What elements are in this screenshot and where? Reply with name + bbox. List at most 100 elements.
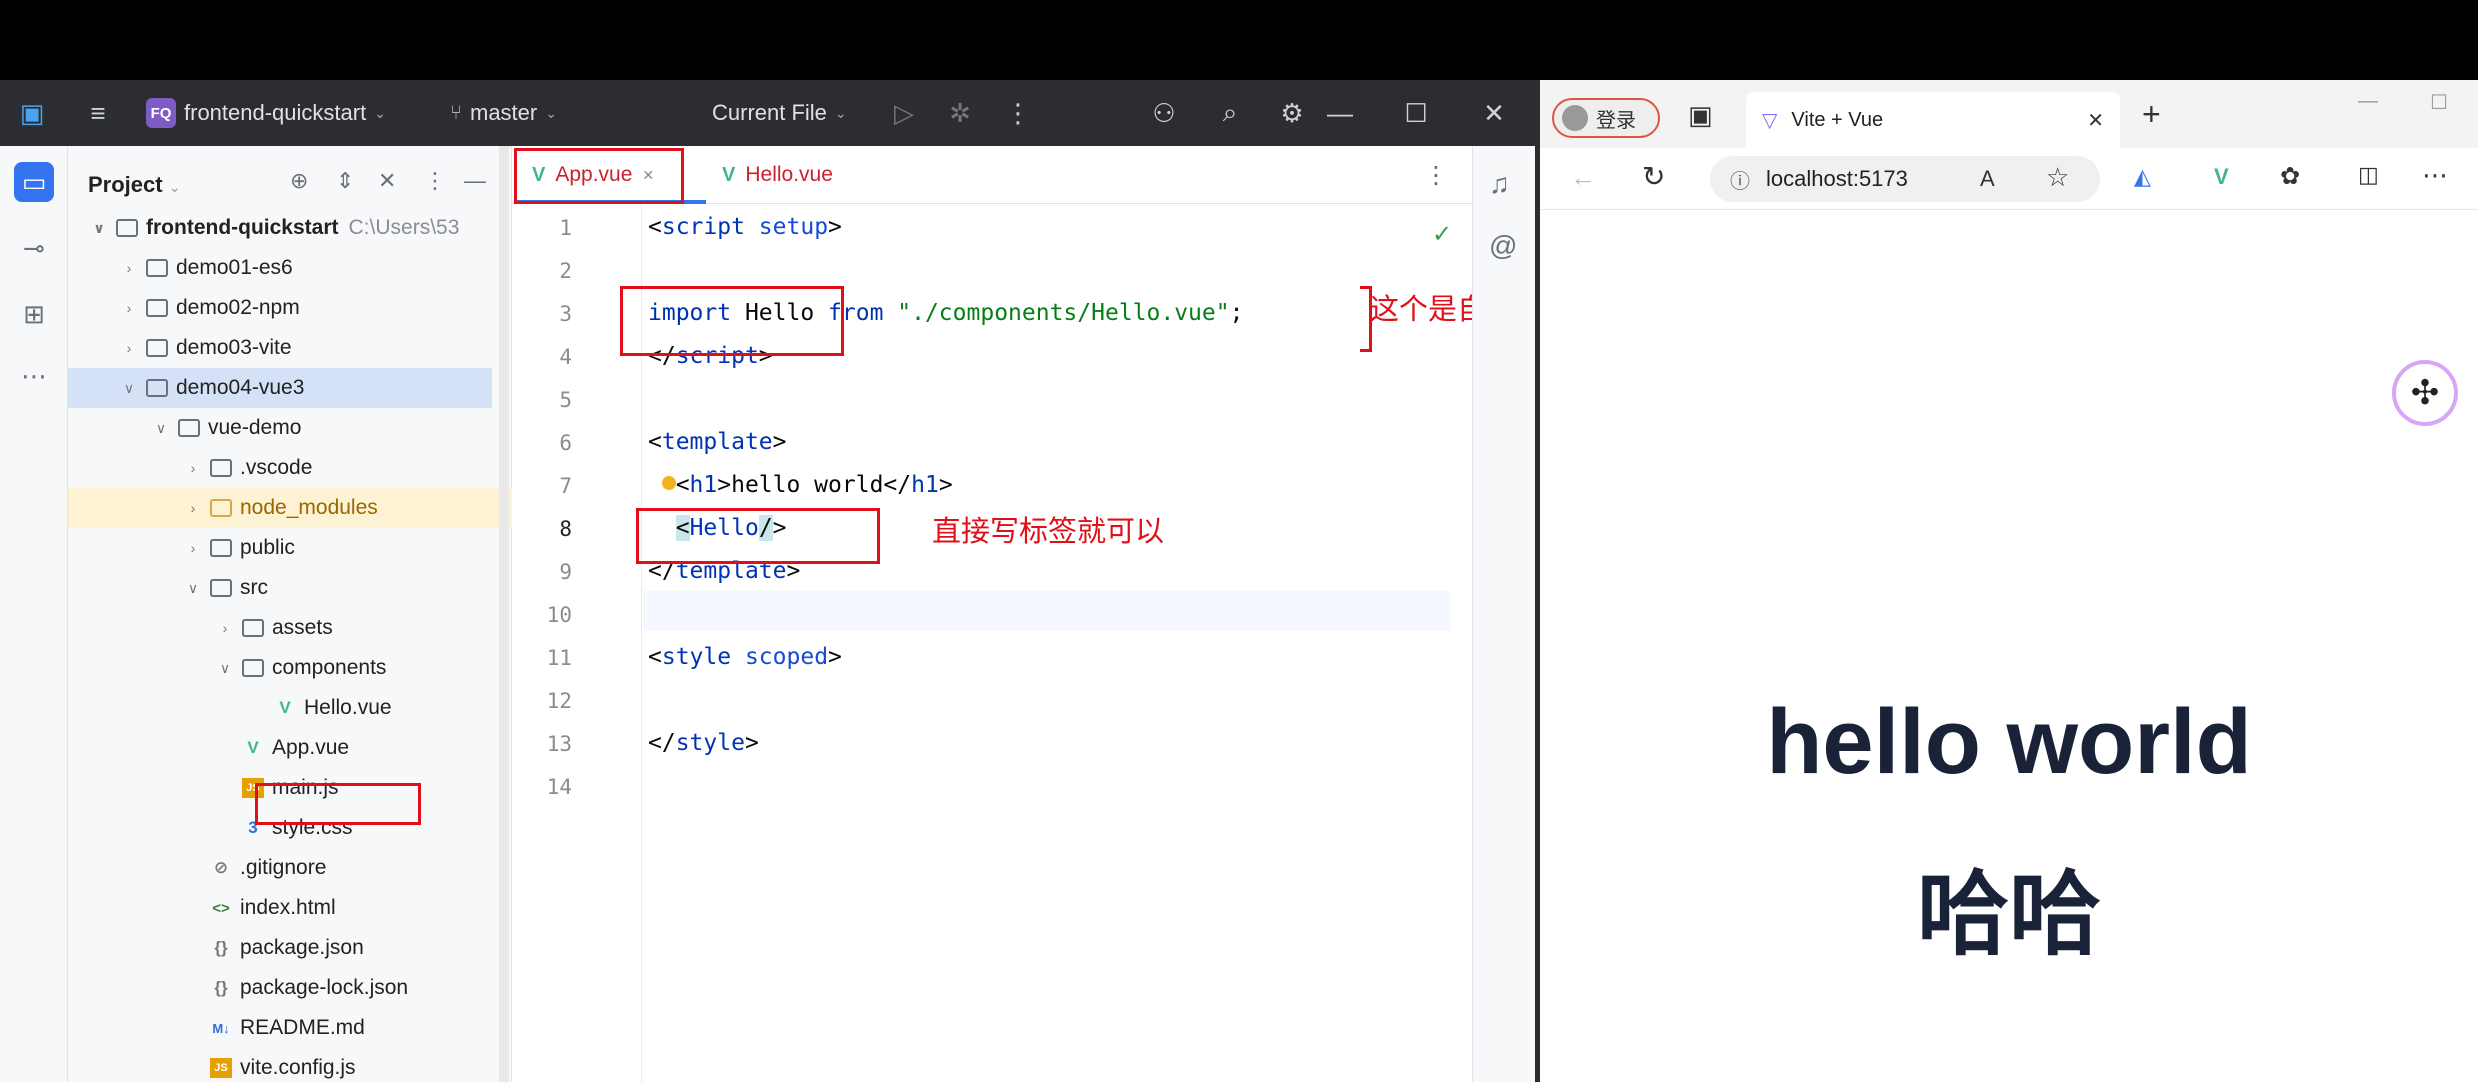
favorite-star-icon[interactable]: ☆ (2046, 162, 2069, 193)
ide-window: ▣ ≡ FQ frontend-quickstart ⌄ ⑂ master ⌄ … (0, 80, 1535, 1082)
tree-item-folder-excluded[interactable]: › node_modules (68, 488, 512, 528)
login-button[interactable]: 登录 (1552, 98, 1660, 138)
tree-item-file[interactable]: {} package.json (68, 928, 512, 968)
url-field[interactable]: ⓘ localhost:5173 (1710, 156, 2100, 202)
commit-icon[interactable]: ⊸ (14, 228, 54, 268)
browser-menu-icon[interactable]: ⋯ (2422, 160, 2448, 191)
run-config-label: Current File (712, 100, 827, 125)
vue-devtools-icon[interactable]: V (2214, 164, 2229, 190)
tab-hello-vue[interactable]: V Hello.vue (722, 146, 833, 204)
tree-label: package.json (240, 936, 364, 959)
screen: ▣ ≡ FQ frontend-quickstart ⌄ ⑂ master ⌄ … (0, 0, 2478, 1082)
tree-item-file[interactable]: ⊘ .gitignore (68, 848, 512, 888)
minimize-icon[interactable]: — (1324, 97, 1356, 129)
project-folder-icon[interactable]: ▭ (14, 162, 54, 202)
project-panel-title-text: Project (88, 172, 163, 197)
page-heading-hello-world: hello world (1766, 691, 2252, 793)
code-line-7[interactable]: <h1>hello world</h1> (648, 472, 953, 498)
tab-vite-vue[interactable]: ▽ Vite + Vue ✕ (1746, 92, 2120, 148)
tree-item-file[interactable]: {} package-lock.json (68, 968, 512, 1008)
copilot-floating-icon[interactable]: ✣ (2392, 360, 2458, 426)
ai-assistant-icon[interactable]: @ (1489, 230, 1517, 262)
structure-icon[interactable]: ⊞ (14, 294, 54, 334)
tree-item-folder-selected[interactable]: ∨ demo04-vue3 (68, 368, 492, 408)
extension-icon[interactable]: ◭ (2134, 164, 2151, 190)
folder-icon (210, 499, 232, 517)
tree-scrollbar[interactable] (499, 146, 509, 1082)
browser-window: 登录 ▣ ▽ Vite + Vue ✕ + — ☐ ← ↻ ⓘ localhost:5… (1540, 80, 2478, 1082)
code-line-1[interactable]: <script setup> (648, 214, 842, 240)
tree-label: index.html (240, 896, 336, 919)
tree-item-folder[interactable]: › demo02-npm (68, 288, 512, 328)
tab-title: Vite + Vue (1791, 108, 1884, 131)
settings-icon[interactable]: ⚙ (1276, 97, 1308, 129)
chevron-right-icon: › (126, 340, 132, 356)
project-selector[interactable]: FQ frontend-quickstart ⌄ (146, 80, 386, 146)
more-tools-icon[interactable]: ⋯ (14, 356, 54, 396)
run-config-selector[interactable]: Current File ⌄ (712, 80, 847, 146)
refresh-icon[interactable]: ↻ (1642, 160, 1665, 193)
new-tab-icon[interactable]: + (2142, 96, 2161, 133)
notifications-icon[interactable]: ♫ (1489, 168, 1510, 200)
tree-item-folder[interactable]: › demo03-vite (68, 328, 512, 368)
chevron-right-icon: › (190, 460, 196, 476)
tree-item-folder[interactable]: › assets (68, 608, 512, 648)
line-number: 12 (546, 689, 572, 713)
debug-icon[interactable]: ✲ (944, 97, 976, 129)
tree-item-root[interactable]: ∨ frontend-quickstart C:\Users\53 (68, 208, 512, 248)
tab-actions-icon[interactable]: ▣ (1688, 100, 1713, 131)
tree-item-folder[interactable]: ∨ components (68, 648, 512, 688)
line-number: 2 (559, 259, 572, 283)
code-line-11[interactable]: <style scoped> (648, 644, 842, 670)
tree-item-folder[interactable]: › .vscode (68, 448, 512, 488)
maximize-icon[interactable]: ☐ (2430, 90, 2448, 115)
folder-icon (178, 419, 200, 437)
code-token: >hello world</ (717, 472, 912, 498)
read-aloud-icon[interactable]: A (1980, 166, 1995, 192)
tree-item-file[interactable]: JS vite.config.js (68, 1048, 512, 1082)
run-icon[interactable]: ▷ (888, 97, 920, 129)
collapse-all-icon[interactable]: ✕ (378, 168, 396, 194)
more-icon[interactable]: ⋮ (1002, 97, 1034, 129)
hide-panel-icon[interactable]: — (464, 168, 486, 194)
tree-item-folder[interactable]: ∨ vue-demo (68, 408, 512, 448)
tree-item-file[interactable]: V App.vue (68, 728, 512, 768)
code-token: h1 (689, 472, 718, 498)
code-line-6[interactable]: <template> (648, 429, 787, 455)
tree-label: demo02-npm (176, 296, 300, 319)
chevron-down-icon: ∨ (187, 579, 199, 596)
json-file-icon: {} (214, 938, 228, 957)
locate-icon[interactable]: ⊕ (290, 168, 308, 194)
tabs-more-icon[interactable]: ⋮ (1424, 146, 1448, 204)
close-icon[interactable]: ✕ (1478, 97, 1510, 129)
tree-label: package-lock.json (240, 976, 409, 999)
maximize-icon[interactable]: ☐ (1400, 97, 1432, 129)
add-user-icon[interactable]: ⚇ (1148, 97, 1180, 129)
tree-item-file[interactable]: V Hello.vue (68, 688, 512, 728)
branch-selector[interactable]: ⑂ master ⌄ (450, 80, 557, 146)
tree-item-folder[interactable]: › demo01-es6 (68, 248, 512, 288)
split-screen-icon[interactable]: ◫ (2358, 162, 2379, 188)
code-token: > (744, 730, 759, 756)
search-icon[interactable]: ⌕ (1214, 97, 1246, 129)
login-label: 登录 (1596, 109, 1636, 132)
options-icon[interactable]: ⋮ (424, 168, 446, 194)
minimize-icon[interactable]: — (2358, 90, 2378, 113)
tree-label: assets (272, 616, 333, 639)
tree-item-folder[interactable]: ∨ src (68, 568, 512, 608)
code-token: h1 (911, 472, 939, 498)
project-panel-title[interactable]: Project ⌄ (88, 172, 180, 198)
code-token: template (661, 429, 773, 455)
tree-label: frontend-quickstart (146, 216, 339, 239)
extensions-puzzle-icon[interactable]: ✿ (2280, 162, 2300, 191)
tree-item-file[interactable]: <> index.html (68, 888, 512, 928)
back-icon[interactable]: ← (1570, 162, 1596, 193)
expand-all-icon[interactable]: ⇕ (336, 168, 354, 194)
tree-item-folder[interactable]: › public (68, 528, 512, 568)
code-line-13[interactable]: </style> (648, 730, 759, 756)
code-token: > (938, 472, 953, 498)
no-problems-check-icon[interactable]: ✓ (1432, 220, 1452, 249)
main-menu-icon[interactable]: ≡ (82, 97, 114, 129)
tree-item-file[interactable]: M↓ README.md (68, 1008, 512, 1048)
close-tab-icon[interactable]: ✕ (2087, 108, 2104, 133)
